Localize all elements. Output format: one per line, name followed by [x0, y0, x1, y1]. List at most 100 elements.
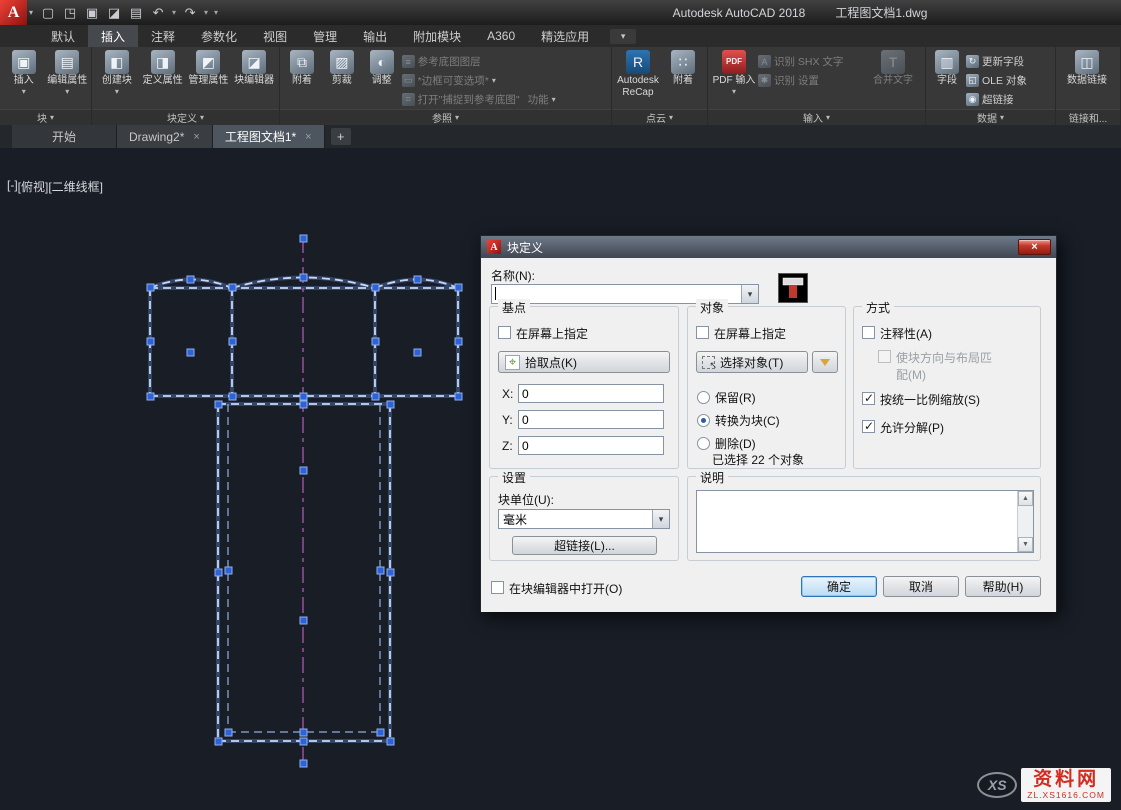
file-tab-start[interactable]: 开始: [12, 125, 117, 148]
x-input[interactable]: [518, 384, 664, 403]
retain-radio[interactable]: 保留(R): [697, 389, 756, 406]
checkbox-box[interactable]: [862, 326, 875, 339]
tab-insert[interactable]: 插入: [88, 25, 138, 47]
data-link-button[interactable]: ◫ 数据链接: [1058, 49, 1116, 109]
base-point-on-screen-checkbox[interactable]: 在屏幕上指定: [498, 325, 588, 342]
pdf-import-button[interactable]: PDF PDF 输入 ▾: [710, 49, 758, 109]
save-icon[interactable]: ▣: [81, 1, 103, 24]
autodesk-recap-button[interactable]: R Autodesk ReCap: [614, 49, 662, 109]
field-button[interactable]: ▥ 字段: [928, 49, 966, 109]
new-file-icon[interactable]: ▢: [37, 1, 59, 24]
file-tab-doc1[interactable]: 工程图文档1* ×: [213, 125, 325, 148]
recognition-settings-button[interactable]: ✱ 识别 设置: [758, 72, 870, 89]
plot-icon[interactable]: ▤: [125, 1, 147, 24]
close-icon[interactable]: ×: [193, 131, 199, 143]
close-icon[interactable]: ×: [305, 131, 311, 143]
clip-button[interactable]: ▨ 剪裁: [322, 49, 362, 109]
recognize-shx-button[interactable]: A 识别 SHX 文字: [758, 53, 870, 70]
block-editor-button[interactable]: ◪ 块编辑器: [231, 49, 277, 109]
cancel-button[interactable]: 取消: [883, 576, 959, 597]
features-button[interactable]: 功能 ▾: [528, 91, 556, 108]
tab-featured-apps[interactable]: 精选应用: [528, 25, 602, 47]
block-unit-dropdown[interactable]: 毫米 ▾: [498, 509, 670, 529]
help-button[interactable]: 帮助(H): [965, 576, 1041, 597]
convert-to-block-radio[interactable]: 转换为块(C): [697, 412, 780, 429]
undo-chevron-icon[interactable]: ▾: [169, 1, 179, 24]
z-input[interactable]: [518, 436, 664, 455]
radio-dot[interactable]: [697, 437, 710, 450]
description-text[interactable]: [697, 491, 1017, 552]
panel-label-block[interactable]: 块▾: [0, 109, 91, 125]
radio-dot[interactable]: [697, 414, 710, 427]
checkbox-box[interactable]: [491, 581, 504, 594]
radio-dot[interactable]: [697, 391, 710, 404]
selection-grips[interactable]: [147, 235, 462, 767]
hyperlink-button[interactable]: 超链接(L)...: [512, 536, 657, 555]
manage-attributes-button[interactable]: ◩ 管理属性: [186, 49, 232, 109]
combine-text-button[interactable]: T 合并文字: [870, 49, 916, 109]
panel-label-import[interactable]: 输入▾: [708, 109, 925, 125]
file-tab-drawing2[interactable]: Drawing2* ×: [117, 125, 213, 148]
tab-parametric[interactable]: 参数化: [188, 25, 250, 47]
new-drawing-tab-button[interactable]: +: [331, 128, 351, 145]
tab-manage[interactable]: 管理: [300, 25, 350, 47]
attach-point-cloud-button[interactable]: ∷ 附着: [662, 49, 704, 109]
create-block-button[interactable]: ◧ 创建块 ▾: [94, 49, 140, 109]
qat-menu-icon[interactable]: ▾: [211, 1, 221, 24]
open-in-block-editor-checkbox[interactable]: 在块编辑器中打开(O): [491, 580, 622, 597]
edit-attributes-button[interactable]: ▤ 编辑属性 ▾: [46, 49, 90, 109]
underlay-layers-button[interactable]: ≡ 参考底图图层: [402, 53, 609, 70]
match-layout-checkbox[interactable]: 使块方向与布局匹配(M): [878, 349, 1018, 383]
y-input[interactable]: [518, 410, 664, 429]
frames-button[interactable]: ▭ *边框可变选项* ▾: [402, 72, 609, 89]
ribbon-display-options-button[interactable]: ▾: [610, 29, 636, 44]
dialog-close-button[interactable]: ×: [1018, 239, 1051, 255]
open-file-icon[interactable]: ◳: [59, 1, 81, 24]
tab-default[interactable]: 默认: [38, 25, 88, 47]
allow-explode-checkbox[interactable]: 允许分解(P): [862, 419, 944, 436]
autocad-app-logo[interactable]: A: [0, 0, 27, 25]
objects-on-screen-checkbox[interactable]: 在屏幕上指定: [696, 325, 786, 342]
tab-addins[interactable]: 附加模块: [400, 25, 474, 47]
panel-label-block-definition[interactable]: 块定义▾: [92, 109, 279, 125]
undo-icon[interactable]: ↶: [147, 1, 169, 24]
adjust-button[interactable]: ◐ 调整: [362, 49, 402, 109]
panel-label-point-cloud[interactable]: 点云▾: [612, 109, 707, 125]
redo-icon[interactable]: ↷: [179, 1, 201, 24]
checkbox-box[interactable]: [498, 326, 511, 339]
scroll-down-icon[interactable]: ▼: [1018, 537, 1033, 552]
description-textarea[interactable]: ▲ ▼: [696, 490, 1034, 553]
attach-reference-button[interactable]: ⧉ 附着: [282, 49, 322, 109]
name-combo-chevron-icon[interactable]: ▾: [741, 285, 758, 303]
tab-a360[interactable]: A360: [474, 25, 528, 47]
checkbox-box[interactable]: [862, 392, 875, 405]
scroll-up-icon[interactable]: ▲: [1018, 491, 1033, 506]
panel-label-data[interactable]: 数据▾: [926, 109, 1055, 125]
ok-button[interactable]: 确定: [801, 576, 877, 597]
uniform-scale-checkbox[interactable]: 按统一比例缩放(S): [862, 391, 980, 408]
annotative-checkbox[interactable]: 注释性(A): [862, 325, 932, 342]
panel-label-linking[interactable]: 链接和...: [1056, 109, 1120, 125]
insert-block-button[interactable]: ▣ 插入 ▾: [2, 49, 46, 109]
save-as-icon[interactable]: ◪: [103, 1, 125, 24]
define-attributes-button[interactable]: ◨ 定义属性: [140, 49, 186, 109]
redo-chevron-icon[interactable]: ▾: [201, 1, 211, 24]
description-scrollbar[interactable]: ▲ ▼: [1017, 491, 1033, 552]
tab-output[interactable]: 输出: [350, 25, 400, 47]
app-menu-chevron-icon[interactable]: ▾: [29, 8, 33, 17]
tab-annotate[interactable]: 注释: [138, 25, 188, 47]
checkbox-box[interactable]: [878, 350, 891, 363]
tab-view[interactable]: 视图: [250, 25, 300, 47]
dropdown-chevron-icon[interactable]: ▾: [652, 510, 669, 528]
checkbox-box[interactable]: [862, 420, 875, 433]
hyperlink-button[interactable]: ◉ 超链接: [966, 91, 1052, 108]
pick-point-button[interactable]: ⌖ 拾取点(K): [498, 351, 670, 373]
ole-object-button[interactable]: ◱ OLE 对象: [966, 72, 1052, 89]
select-objects-button[interactable]: 选择对象(T): [696, 351, 808, 373]
dialog-titlebar[interactable]: A 块定义 ×: [481, 236, 1056, 258]
quick-select-button[interactable]: [812, 351, 838, 373]
snap-to-underlay-button[interactable]: ⌗ 打开"捕捉到参考底图": [402, 91, 520, 108]
update-fields-button[interactable]: ↻ 更新字段: [966, 53, 1052, 70]
checkbox-box[interactable]: [696, 326, 709, 339]
delete-radio[interactable]: 删除(D): [697, 435, 756, 452]
